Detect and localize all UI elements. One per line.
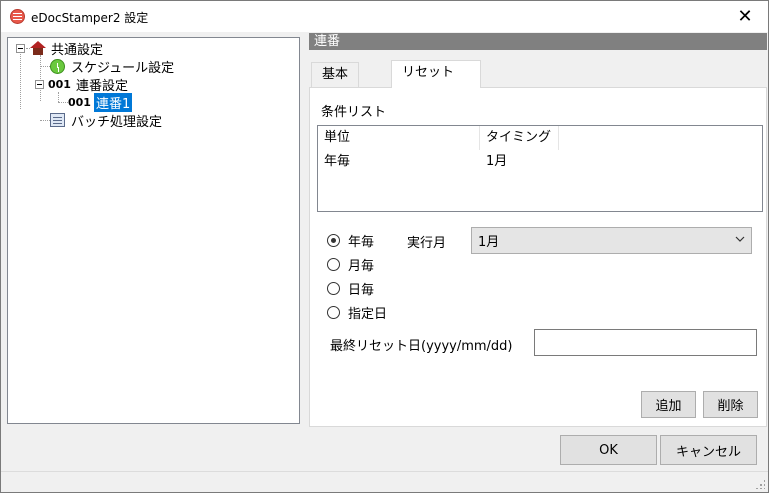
tree-line bbox=[20, 54, 21, 109]
ok-button[interactable]: OK bbox=[560, 435, 657, 465]
radio-label: 年毎 bbox=[348, 234, 375, 250]
tree-expander-serial[interactable] bbox=[35, 80, 44, 89]
radio-button[interactable] bbox=[327, 233, 340, 247]
radio-monthly[interactable]: 月毎 bbox=[327, 255, 375, 274]
last-reset-label: 最終リセット日(yyyy/mm/dd) bbox=[330, 339, 513, 354]
reset-tab-panel: 条件リスト 単位 タイミング 年毎 1月 年毎 月毎 日毎 指定日 実行月 1月… bbox=[309, 87, 767, 427]
tree-line bbox=[40, 55, 41, 101]
tab-basic[interactable]: 基本 bbox=[311, 62, 360, 87]
tree-item-serial-1[interactable]: 001 連番1 bbox=[68, 92, 133, 112]
radio-daily[interactable]: 日毎 bbox=[327, 279, 375, 298]
radio-button[interactable] bbox=[327, 257, 340, 271]
condition-list[interactable]: 単位 タイミング 年毎 1月 bbox=[317, 125, 763, 212]
last-reset-date-input[interactable] bbox=[534, 329, 757, 356]
exec-month-value: 1月 bbox=[478, 235, 500, 250]
tree-item-common[interactable]: 共通設定 bbox=[30, 39, 105, 58]
app-icon bbox=[10, 9, 25, 24]
window-title: eDocStamper2 設定 bbox=[31, 11, 149, 25]
tree-item-label: 共通設定 bbox=[51, 42, 104, 58]
exec-month-label: 実行月 bbox=[407, 236, 447, 251]
tree-line bbox=[40, 66, 50, 67]
condition-list-title: 条件リスト bbox=[321, 105, 387, 120]
radio-yearly[interactable]: 年毎 bbox=[327, 231, 375, 250]
tree-line bbox=[58, 92, 59, 102]
tree-item-batch[interactable]: バッチ処理設定 bbox=[50, 111, 164, 130]
tree-item-schedule[interactable]: スケジュール設定 bbox=[50, 57, 176, 76]
tab-label: リセット bbox=[402, 65, 455, 80]
tree-item-label: 連番設定 bbox=[75, 78, 128, 94]
exec-month-select[interactable]: 1月 bbox=[471, 227, 752, 254]
settings-window: eDocStamper2 設定 ✕ 共通設定 スケジュール設定 001 連番設定… bbox=[0, 0, 769, 493]
chevron-down-icon bbox=[735, 236, 745, 242]
tree-expander-common[interactable] bbox=[16, 44, 25, 53]
delete-button[interactable]: 削除 bbox=[703, 391, 758, 418]
clock-icon bbox=[50, 58, 65, 74]
tree-item-serial[interactable]: 001 連番設定 bbox=[48, 75, 130, 94]
cancel-button[interactable]: キャンセル bbox=[660, 435, 757, 465]
status-bar bbox=[1, 471, 768, 492]
close-icon: ✕ bbox=[737, 6, 753, 27]
serial-number-icon: 001 bbox=[68, 95, 91, 109]
tree-line bbox=[40, 120, 50, 121]
serial-number-icon: 001 bbox=[48, 77, 71, 91]
cell-unit: 年毎 bbox=[324, 154, 351, 169]
house-icon bbox=[30, 41, 46, 55]
batch-icon bbox=[50, 113, 65, 127]
list-header: 単位 タイミング bbox=[318, 126, 559, 150]
resize-grip[interactable] bbox=[755, 479, 765, 489]
settings-tree[interactable]: 共通設定 スケジュール設定 001 連番設定 001 連番1 バッチ処理設定 bbox=[7, 37, 300, 424]
close-button[interactable]: ✕ bbox=[722, 1, 768, 32]
tree-item-label: スケジュール設定 bbox=[71, 60, 175, 76]
tree-line bbox=[58, 102, 68, 103]
radio-specified-date[interactable]: 指定日 bbox=[327, 303, 388, 322]
radio-label: 指定日 bbox=[348, 306, 388, 322]
tab-label: 基本 bbox=[322, 67, 349, 82]
title-bar[interactable]: eDocStamper2 設定 ✕ bbox=[1, 1, 768, 32]
add-button[interactable]: 追加 bbox=[641, 391, 696, 418]
column-header-timing[interactable]: タイミング bbox=[480, 126, 559, 150]
tab-reset[interactable]: リセット bbox=[391, 60, 481, 88]
radio-label: 月毎 bbox=[348, 258, 375, 274]
radio-label: 日毎 bbox=[348, 282, 375, 298]
column-header-unit[interactable]: 単位 bbox=[318, 126, 480, 150]
list-row[interactable]: 年毎 1月 bbox=[318, 152, 559, 172]
tree-item-label: 連番1 bbox=[93, 92, 133, 112]
section-header: 連番 bbox=[309, 33, 767, 50]
radio-button[interactable] bbox=[327, 305, 340, 319]
radio-button[interactable] bbox=[327, 281, 340, 295]
tree-item-label: バッチ処理設定 bbox=[71, 114, 163, 130]
cell-timing: 1月 bbox=[486, 154, 508, 169]
